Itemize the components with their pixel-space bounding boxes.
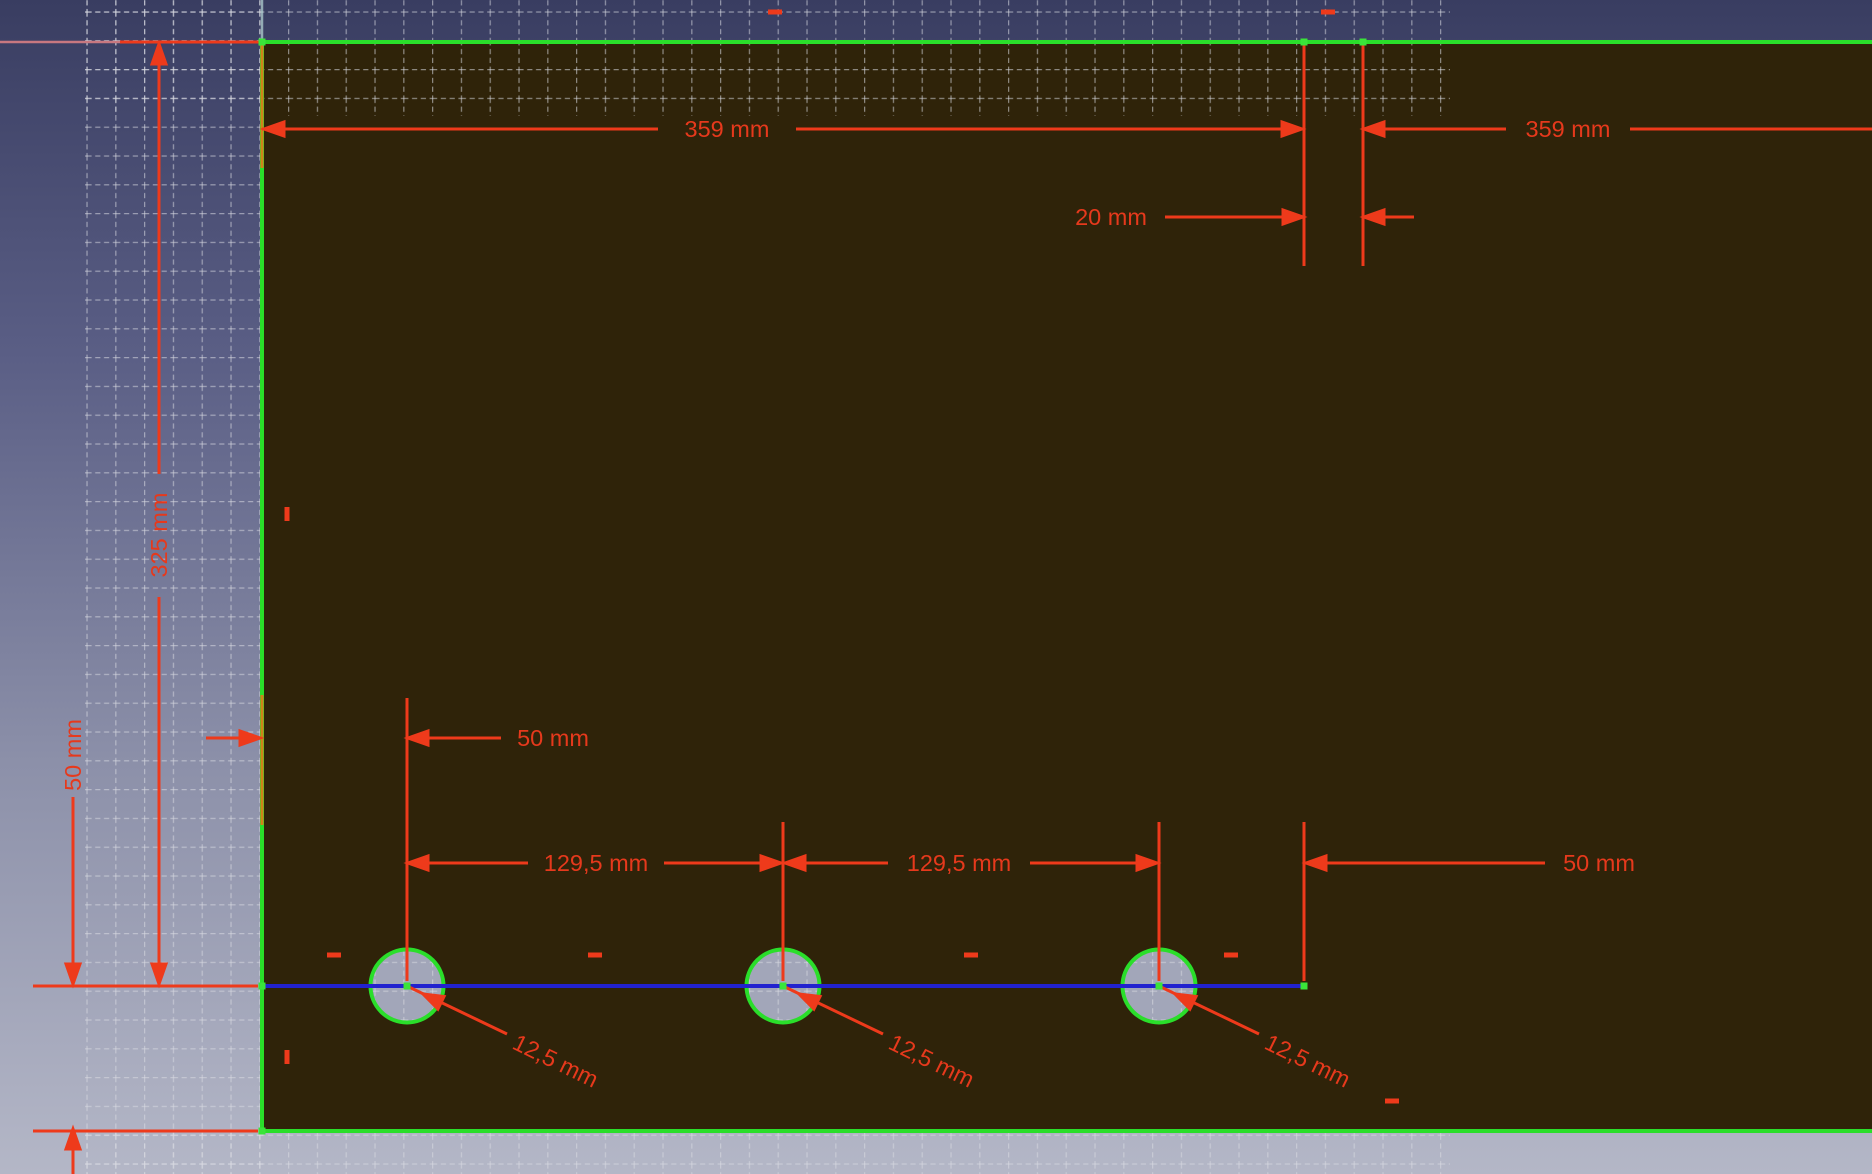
horizontal-constraint-icon[interactable] xyxy=(327,953,341,958)
vertex-notch-left[interactable] xyxy=(1301,39,1308,46)
dim-height-left-label[interactable]: 325 mm xyxy=(146,493,172,578)
horizontal-constraint-icon[interactable] xyxy=(768,10,782,15)
vertex-hole2-center[interactable] xyxy=(780,983,787,990)
dim-line-end-offset-right-label[interactable]: 50 mm xyxy=(1563,850,1635,876)
vertex-hole1-center[interactable] xyxy=(404,983,411,990)
grid-band-bottom xyxy=(85,1133,1450,1174)
horizontal-constraint-icon[interactable] xyxy=(1385,1099,1399,1104)
vertex-line-end[interactable] xyxy=(1301,983,1308,990)
vertical-constraint-icon[interactable] xyxy=(285,507,290,521)
dim-width-top-left-label[interactable]: 359 mm xyxy=(685,116,770,142)
dim-bottom-offset-left-label[interactable]: 50 mm xyxy=(60,719,86,791)
vertex-notch-right[interactable] xyxy=(1360,39,1367,46)
horizontal-constraint-icon[interactable] xyxy=(1321,10,1335,15)
horizontal-constraint-icon[interactable] xyxy=(1224,953,1238,958)
dim-hole-pitch-1-label[interactable]: 129,5 mm xyxy=(544,850,649,876)
dim-hole1-edge-offset-label[interactable]: 50 mm xyxy=(517,725,589,751)
grid-band-top xyxy=(85,0,1450,116)
dim-width-top-right-label[interactable]: 359 mm xyxy=(1526,116,1611,142)
dim-hole-pitch-2-label[interactable]: 129,5 mm xyxy=(907,850,1012,876)
grid-band-left xyxy=(85,0,263,1174)
vertex-corner-bottom[interactable] xyxy=(259,1128,266,1135)
horizontal-constraint-icon[interactable] xyxy=(588,953,602,958)
sketch-viewport: 359 mm 359 mm 20 mm 325 mm 50 mm 50 mm 1… xyxy=(0,0,1872,1174)
vertex-origin[interactable] xyxy=(259,39,266,46)
vertical-constraint-icon[interactable] xyxy=(285,1050,290,1064)
vertex-line-start[interactable] xyxy=(259,983,266,990)
sketch-canvas[interactable]: 359 mm 359 mm 20 mm 325 mm 50 mm 50 mm 1… xyxy=(0,0,1872,1174)
sheet-face[interactable] xyxy=(262,42,1872,1131)
dim-notch-width-label[interactable]: 20 mm xyxy=(1075,204,1147,230)
vertex-hole3-center[interactable] xyxy=(1156,983,1163,990)
horizontal-constraint-icon[interactable] xyxy=(964,953,978,958)
